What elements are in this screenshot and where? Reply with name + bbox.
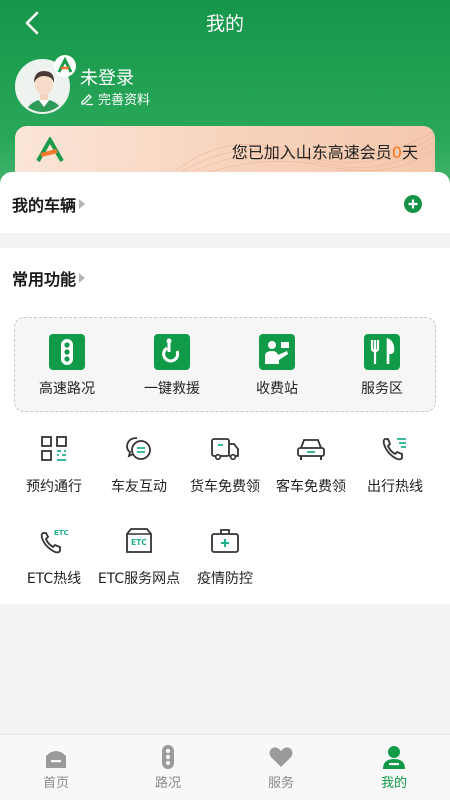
tab-traffic[interactable]: 路况 bbox=[112, 735, 224, 800]
membership-prefix: 您已加入山东高速会员 bbox=[231, 143, 392, 162]
phone-etc-icon: ETC bbox=[38, 526, 70, 556]
service-etc-outlets[interactable]: ETC ETC服务网点 bbox=[94, 526, 184, 588]
tab-label: 服务 bbox=[267, 776, 294, 791]
truck-icon bbox=[209, 434, 241, 464]
service-driver-community[interactable]: 车友互动 bbox=[94, 434, 184, 496]
brand-logo-icon bbox=[36, 137, 64, 162]
page-title: 我的 bbox=[205, 13, 244, 35]
svg-text:ETC: ETC bbox=[54, 529, 69, 537]
my-vehicles-title: 我的车辆 bbox=[12, 196, 77, 215]
add-vehicle-button[interactable] bbox=[404, 195, 422, 213]
membership-suffix: 天 bbox=[401, 143, 418, 162]
feature-label: 高速路况 bbox=[39, 381, 95, 397]
bottom-tab-bar: 首页 路况 服务 我的 bbox=[0, 734, 450, 800]
edit-profile-link[interactable]: 完善资料 bbox=[80, 89, 150, 108]
tab-services[interactable]: 服务 bbox=[225, 735, 337, 800]
traffic-light-icon bbox=[155, 744, 181, 770]
feature-rescue[interactable]: 一键救援 bbox=[127, 334, 217, 398]
tab-home[interactable]: 首页 bbox=[0, 735, 112, 800]
common-functions-link[interactable]: 常用功能 bbox=[12, 266, 86, 290]
toll-booth-icon bbox=[259, 334, 295, 370]
feature-highway-traffic[interactable]: 高速路况 bbox=[22, 334, 112, 398]
service-etc-hotline[interactable]: ETC ETC热线 bbox=[9, 526, 99, 588]
plus-icon bbox=[408, 199, 418, 209]
tab-mine[interactable]: 我的 bbox=[338, 735, 450, 800]
service-label: 客车免费领 bbox=[276, 479, 346, 495]
top-bar: 我的 bbox=[0, 0, 450, 44]
traffic-light-icon bbox=[49, 334, 85, 370]
feature-label: 一键救援 bbox=[144, 381, 200, 397]
common-functions-section: 常用功能 高速路况 一键救援 收费站 服务区 预约通行 车友互动 货车免费领 客… bbox=[0, 248, 450, 604]
service-travel-hotline[interactable]: 出行热线 bbox=[350, 434, 440, 496]
membership-text: 您已加入山东高速会员0天 bbox=[232, 139, 418, 163]
user-name[interactable]: 未登录 bbox=[80, 64, 134, 90]
profile-header: 我的 未登录 完善资料 您已加入山东高速会员0天 bbox=[0, 0, 450, 200]
etc-station-icon: ETC bbox=[123, 526, 155, 556]
tab-label: 路况 bbox=[154, 776, 181, 791]
feature-toll-station[interactable]: 收费站 bbox=[232, 334, 322, 398]
service-label: ETC服务网点 bbox=[97, 571, 181, 587]
feature-label: 服务区 bbox=[361, 381, 403, 397]
heart-icon bbox=[268, 744, 294, 770]
service-label: 预约通行 bbox=[26, 479, 82, 495]
chat-bubbles-icon bbox=[123, 434, 155, 464]
car-icon bbox=[295, 434, 327, 464]
tab-label: 首页 bbox=[42, 776, 69, 791]
caret-right-icon bbox=[79, 273, 86, 283]
service-label: 车友互动 bbox=[111, 479, 167, 495]
tab-label: 我的 bbox=[380, 776, 407, 791]
svg-text:ETC: ETC bbox=[131, 538, 147, 547]
feature-label: 收费站 bbox=[256, 381, 298, 397]
service-label: 出行热线 bbox=[367, 479, 423, 495]
qr-code-icon bbox=[38, 434, 70, 464]
service-label: 疫情防控 bbox=[197, 571, 253, 587]
caret-right-icon bbox=[79, 199, 86, 209]
service-label: 货车免费领 bbox=[190, 479, 260, 495]
home-icon bbox=[43, 744, 69, 770]
brand-logo-icon bbox=[57, 56, 73, 73]
medical-kit-icon bbox=[209, 526, 241, 556]
my-vehicles-link[interactable]: 我的车辆 bbox=[12, 192, 86, 216]
common-functions-title: 常用功能 bbox=[12, 270, 77, 289]
phone-list-icon bbox=[379, 434, 411, 464]
edit-profile-label: 完善资料 bbox=[98, 93, 151, 108]
rescue-hook-icon bbox=[154, 334, 190, 370]
pencil-icon bbox=[81, 93, 93, 105]
membership-days: 0 bbox=[391, 143, 402, 162]
fork-knife-icon bbox=[364, 334, 400, 370]
service-reservation[interactable]: 预约通行 bbox=[9, 434, 99, 496]
service-epidemic-control[interactable]: 疫情防控 bbox=[180, 526, 270, 588]
feature-service-area[interactable]: 服务区 bbox=[337, 334, 427, 398]
my-vehicles-section: 我的车辆 bbox=[0, 172, 450, 233]
service-truck-free[interactable]: 货车免费领 bbox=[180, 434, 270, 496]
member-badge bbox=[54, 55, 76, 77]
service-bus-free[interactable]: 客车免费领 bbox=[266, 434, 356, 496]
user-icon bbox=[381, 744, 407, 770]
service-label: ETC热线 bbox=[26, 571, 82, 587]
